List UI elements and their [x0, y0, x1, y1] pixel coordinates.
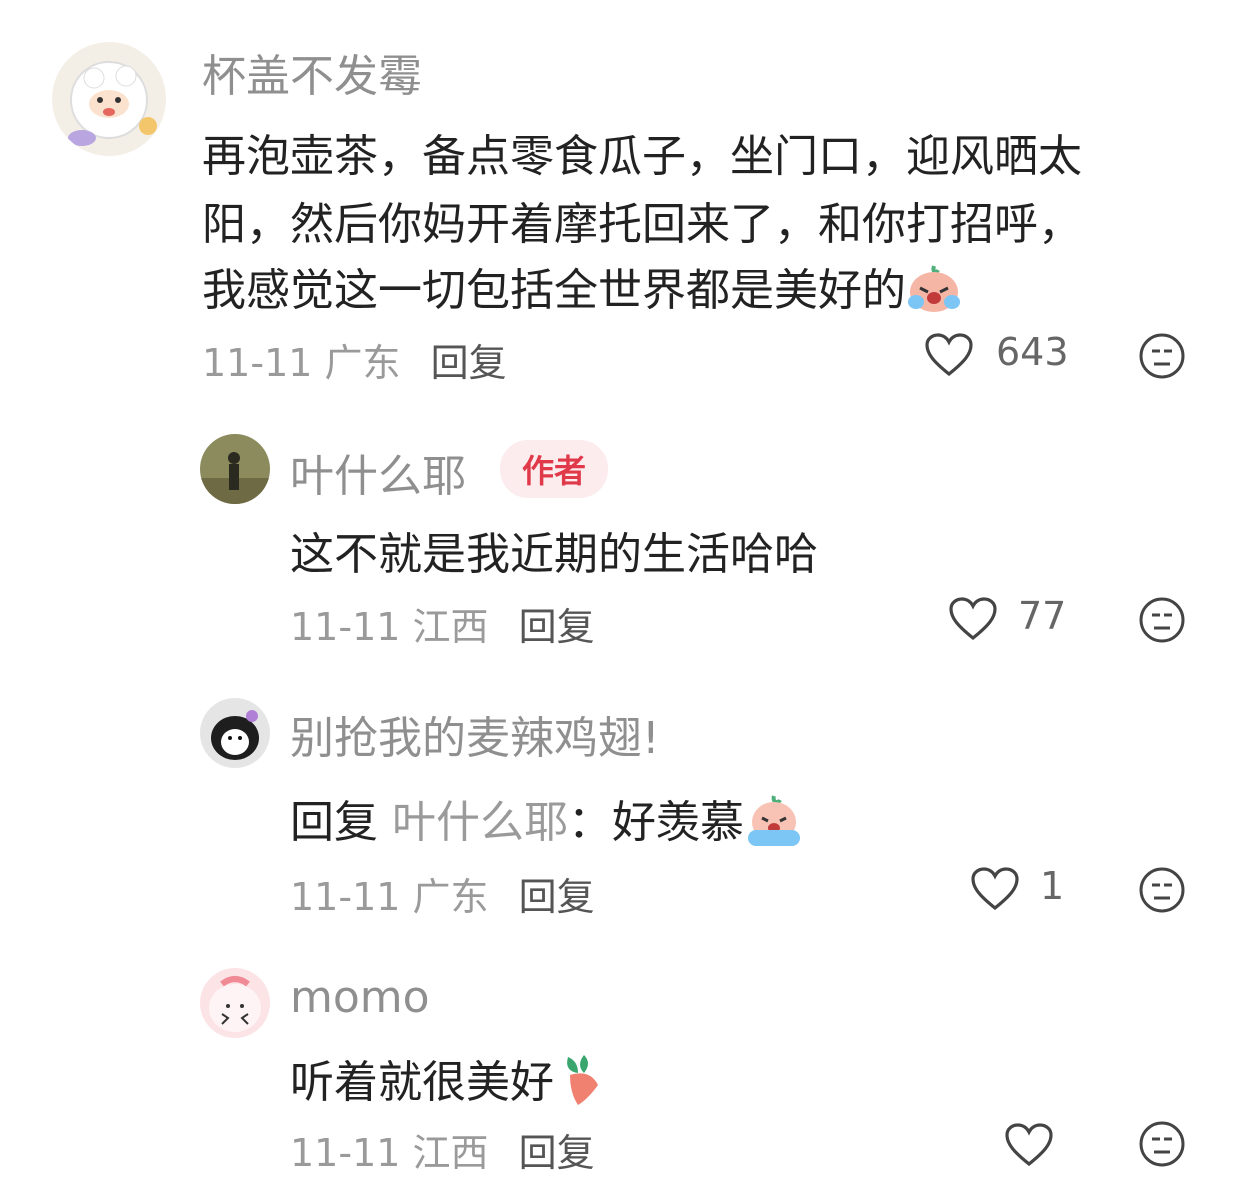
dislike-face-icon[interactable] — [1138, 596, 1186, 644]
heart-icon[interactable] — [970, 866, 1020, 912]
like-count: 643 — [996, 330, 1069, 374]
username[interactable]: 杯盖不发霉 — [202, 40, 422, 104]
comment-text: 这不就是我近期的生活哈哈 — [290, 529, 818, 580]
crying-emoji — [744, 792, 804, 859]
like-count: 77 — [1018, 594, 1067, 638]
dislike-face-icon[interactable] — [1138, 1120, 1186, 1168]
avatar[interactable] — [200, 968, 270, 1038]
comment-text-line: 阳，然后你妈开着摩托回来了，和你打招呼， — [202, 199, 1082, 250]
username[interactable]: 叶什么耶 — [290, 440, 466, 504]
dislike-face-icon[interactable] — [1138, 332, 1186, 380]
comment-location: 江西 — [412, 1131, 489, 1175]
comment-text-line: 我感觉这一切包括全世界都是美好的 — [202, 254, 962, 325]
dislike-face-icon[interactable] — [1138, 866, 1186, 914]
reply-button[interactable]: 回复 — [519, 875, 595, 919]
heart-icon[interactable] — [1004, 1122, 1054, 1168]
author-badge: 作者 — [500, 440, 609, 498]
comment-text: 听着就很美好 — [290, 1057, 554, 1108]
comment-date: 11-11 — [202, 341, 313, 385]
comment-location: 广东 — [324, 341, 401, 385]
comment-date: 11-11 — [290, 605, 401, 649]
comment-text: 好羡慕 — [612, 797, 744, 848]
comment-meta: 11-11 广东 回复 — [202, 332, 507, 387]
reply-target-username[interactable]: 叶什么耶 — [392, 797, 568, 848]
comment-date: 11-11 — [290, 1131, 401, 1175]
reply-button[interactable]: 回复 — [519, 1131, 595, 1175]
heart-icon[interactable] — [924, 332, 974, 378]
comment-location: 江西 — [412, 605, 489, 649]
comment-meta: 11-11 江西 回复 — [290, 1122, 595, 1177]
avatar[interactable] — [52, 42, 166, 156]
comment-location: 广东 — [412, 875, 489, 919]
like-count: 1 — [1040, 864, 1065, 908]
crying-emoji — [906, 262, 962, 325]
avatar[interactable] — [200, 698, 270, 768]
reply-prefix: 回复 — [290, 797, 378, 848]
reply-button[interactable]: 回复 — [431, 341, 507, 385]
comment-text-line: 听着就很美好 — [290, 1046, 610, 1120]
username[interactable]: 别抢我的麦辣鸡翅! — [290, 702, 660, 766]
comment-meta: 11-11 广东 回复 — [290, 866, 595, 921]
carrot-emoji — [554, 1051, 610, 1120]
comment-text-line: 再泡壶茶，备点零食瓜子，坐门口，迎风晒太 — [202, 131, 1082, 182]
comment-text: 我感觉这一切包括全世界都是美好的 — [202, 265, 906, 316]
avatar[interactable] — [200, 434, 270, 504]
comment-date: 11-11 — [290, 875, 401, 919]
heart-icon[interactable] — [948, 596, 998, 642]
reply-text: 回复 叶什么耶：好羡慕 — [290, 786, 804, 859]
reply-button[interactable]: 回复 — [519, 605, 595, 649]
username[interactable]: momo — [290, 972, 430, 1023]
reply-separator: ： — [568, 797, 612, 848]
comment-meta: 11-11 江西 回复 — [290, 596, 595, 651]
